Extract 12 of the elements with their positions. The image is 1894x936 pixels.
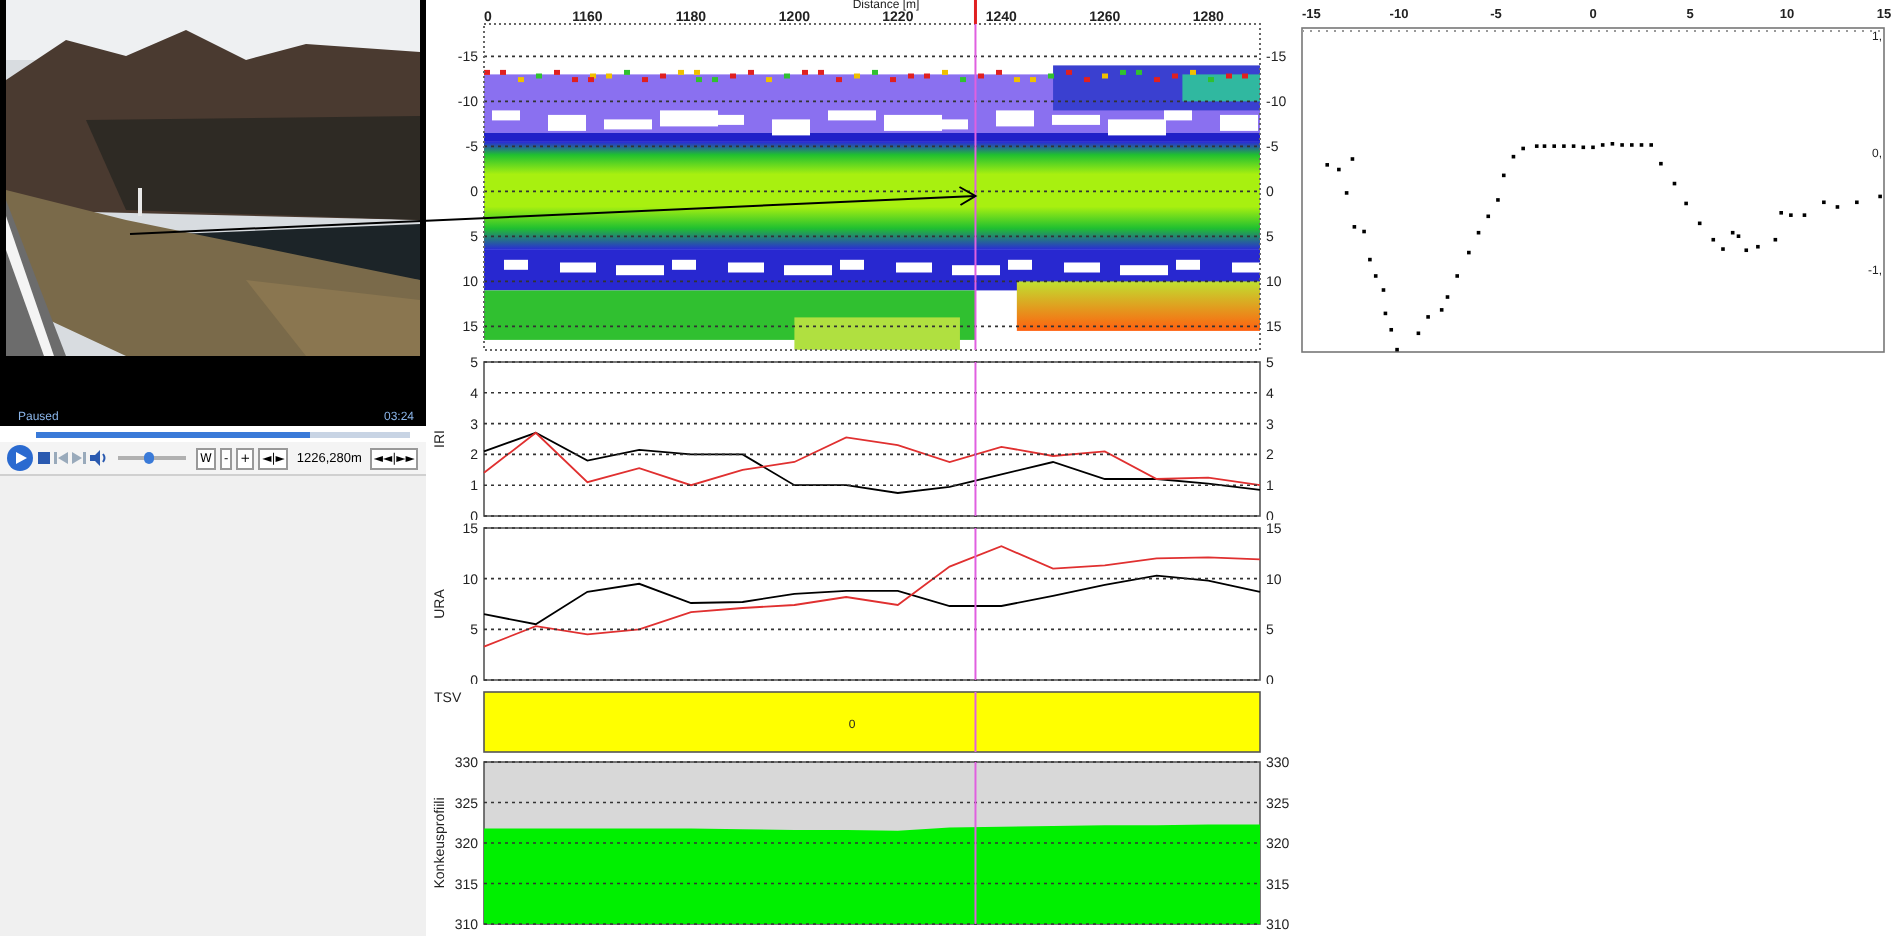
previous-button[interactable]: [54, 452, 68, 464]
next-icon: [72, 452, 86, 464]
play-button[interactable]: [6, 444, 34, 472]
mute-button[interactable]: [90, 450, 108, 466]
cursor-marker: [973, 0, 977, 24]
cursor-line: [974, 691, 977, 753]
next-button[interactable]: [72, 452, 86, 464]
volume-thumb[interactable]: [144, 452, 155, 464]
stop-icon: [38, 452, 50, 464]
seek-bar[interactable]: [36, 431, 410, 437]
speaker-icon: [90, 450, 108, 466]
previous-icon: [54, 452, 68, 464]
